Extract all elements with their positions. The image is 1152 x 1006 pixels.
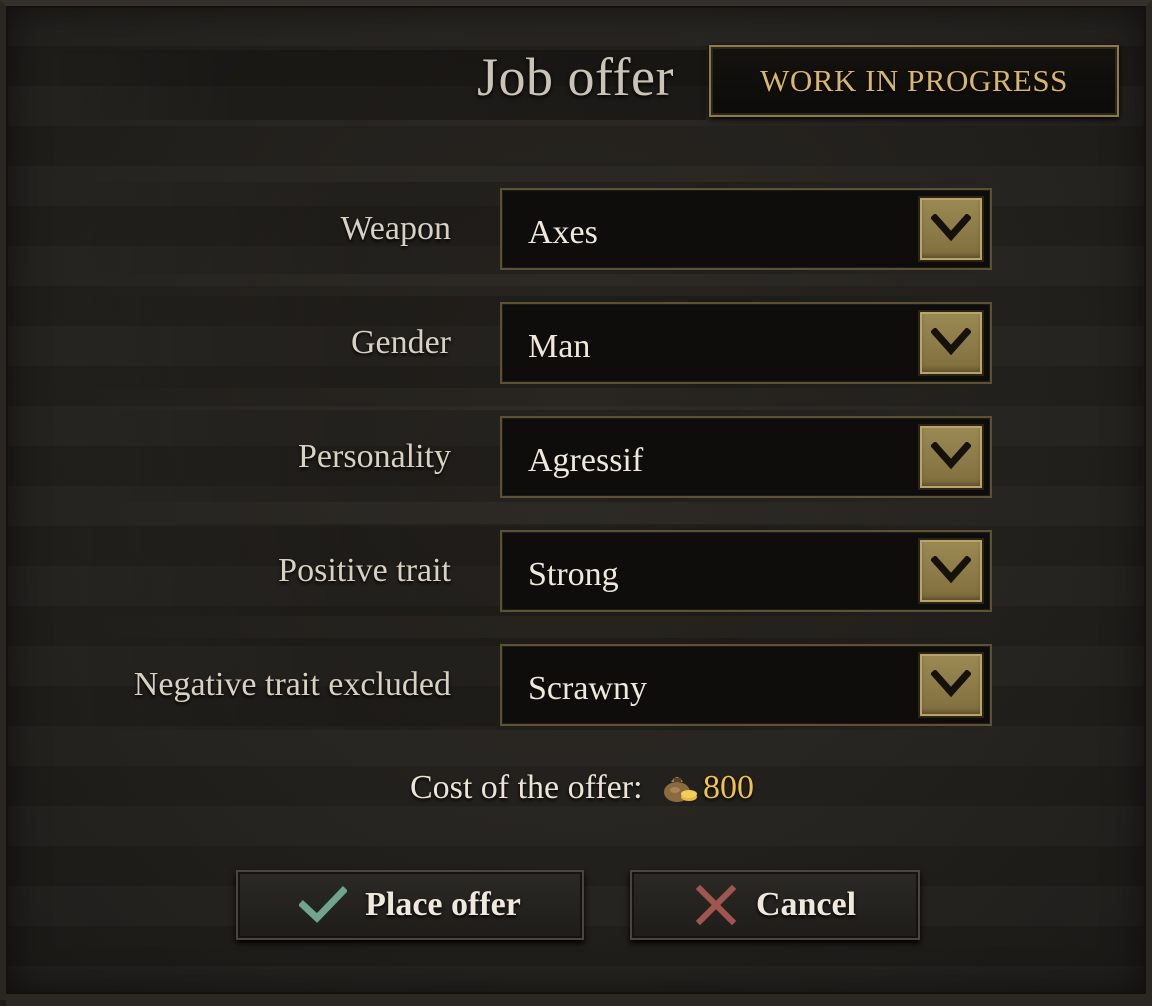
work-in-progress-label: WORK IN PROGRESS [760,63,1068,98]
chevron-down-icon[interactable] [918,538,984,604]
place-offer-button[interactable]: Place offer [236,870,584,940]
field-row-gender: Gender Man [66,296,1006,388]
field-row-positive-trait: Positive trait Strong [66,524,1006,616]
negative-trait-value: Scrawny [528,670,647,707]
bottom-border [6,994,1152,1006]
chevron-down-icon[interactable] [918,196,984,262]
gender-value: Man [528,328,591,365]
work-in-progress-badge: WORK IN PROGRESS [709,45,1119,117]
chevron-down-icon[interactable] [918,652,984,718]
negative-trait-dropdown[interactable]: Scrawny [500,644,992,726]
cost-label: Cost of the offer: [409,769,643,806]
cost-line: Cost of the offer: 800 [6,766,1152,807]
job-offer-dialog: Job offer WORK IN PROGRESS Weapon Axes G… [0,0,1152,1006]
gender-dropdown[interactable]: Man [500,302,992,384]
field-row-weapon: Weapon Axes [66,182,1006,274]
weapon-value: Axes [528,214,598,251]
chevron-down-icon[interactable] [918,310,984,376]
close-icon [695,884,737,926]
personality-label: Personality [298,438,451,475]
gender-label: Gender [350,324,451,361]
money-bag-icon [659,766,699,804]
check-icon [299,886,348,923]
cost-amount: 800 [703,769,755,806]
weapon-label: Weapon [340,210,451,247]
positive-trait-value: Strong [528,556,619,593]
positive-trait-label: Positive trait [278,552,451,589]
weapon-dropdown[interactable]: Axes [500,188,992,270]
place-offer-label: Place offer [365,886,521,923]
negative-trait-label: Negative trait excluded [133,666,451,703]
cancel-label: Cancel [755,886,857,923]
dialog-title: Job offer [477,47,674,107]
personality-dropdown[interactable]: Agressif [500,416,992,498]
chevron-down-icon[interactable] [918,424,984,490]
positive-trait-dropdown[interactable]: Strong [500,530,992,612]
field-row-personality: Personality Agressif [66,410,1006,502]
cancel-button[interactable]: Cancel [630,870,920,940]
personality-value: Agressif [528,442,644,479]
field-row-negative-trait: Negative trait excluded Scrawny [66,638,1006,730]
